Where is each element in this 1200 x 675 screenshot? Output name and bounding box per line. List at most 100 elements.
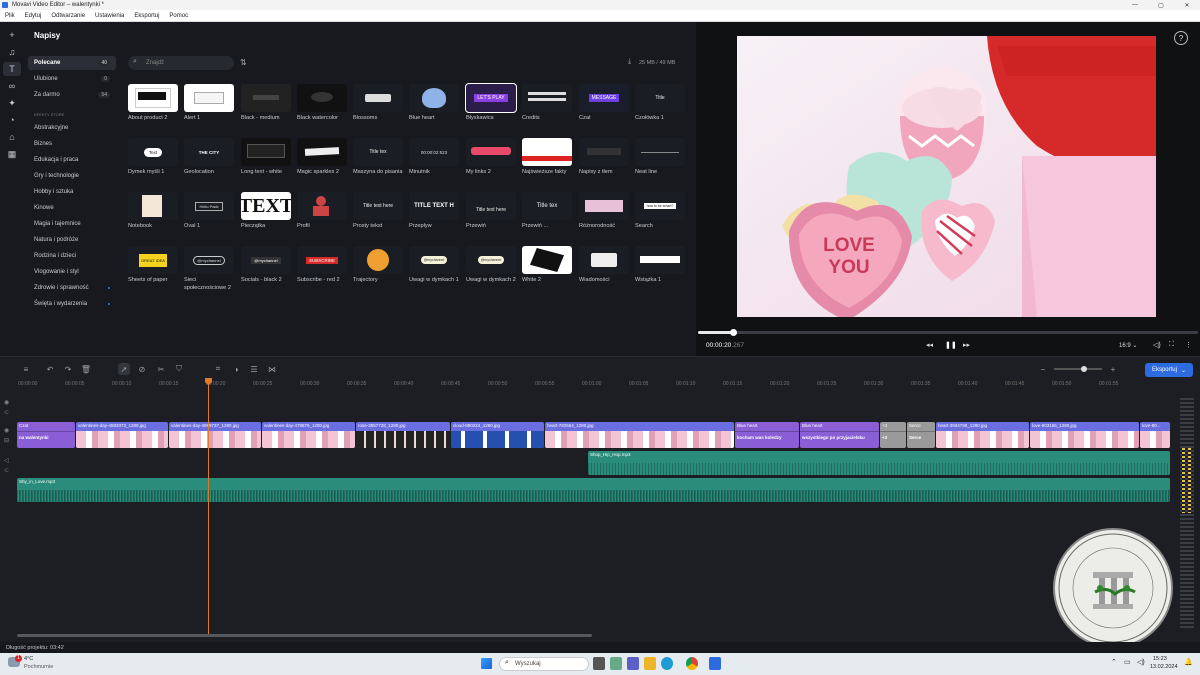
audio-icon[interactable]: ◁ <box>4 456 14 466</box>
eye-icon[interactable]: ◉ <box>4 398 14 408</box>
title-preset-tile[interactable] <box>579 246 629 274</box>
rewind-icon[interactable]: ◂◂ <box>926 341 933 349</box>
export-button[interactable]: Eksportuj ⌄ <box>1145 363 1193 377</box>
title-preset-tile[interactable] <box>353 246 403 274</box>
title-clip[interactable]: +3 +3 <box>880 422 906 448</box>
title-preset-tile[interactable] <box>184 84 234 112</box>
title-preset-tile[interactable]: SUBSCRIBE <box>297 246 347 274</box>
title-preset-tile[interactable]: how to be smart? <box>635 192 685 220</box>
video-clip[interactable]: valentines-day-4583373_1280.jpg <box>76 422 168 448</box>
menu-playback[interactable]: Odtwarzanie <box>46 13 90 19</box>
search-input[interactable]: Znajdź <box>146 60 164 66</box>
audio-clip[interactable]: Shop_Hip_Hop.mp3 <box>588 451 1170 475</box>
title-preset-tile[interactable]: @mychannel <box>466 246 516 274</box>
video-clip[interactable]: heart-782564_1280.jpg <box>545 422 734 448</box>
network-icon[interactable]: ▭ <box>1124 658 1131 666</box>
category-item[interactable]: Edukacja i praca <box>34 157 78 163</box>
title-preset-tile[interactable]: 00:00:02:523 <box>409 138 459 166</box>
title-preset-tile[interactable]: Text <box>128 138 178 166</box>
close-button[interactable]: ✕ <box>1174 0 1200 10</box>
video-clip[interactable]: valentines-day-478879_1280.jpg <box>262 422 355 448</box>
title-preset-tile[interactable] <box>241 84 291 112</box>
title-preset-tile[interactable] <box>409 84 459 112</box>
tab-free[interactable]: Za darmo 54 <box>28 88 116 102</box>
category-item[interactable]: Święta i wydarzenia <box>34 301 110 307</box>
menu-help[interactable]: Pomoc <box>164 13 193 19</box>
title-preset-tile[interactable]: Title tex <box>522 192 572 220</box>
title-preset-tile[interactable]: @mychannel <box>184 246 234 274</box>
zoom-out-icon[interactable]: − <box>1037 363 1049 375</box>
title-preset-tile[interactable] <box>297 138 347 166</box>
lock-icon[interactable]: ⊟ <box>4 436 14 446</box>
title-preset-tile[interactable]: @mychannel <box>409 246 459 274</box>
pause-icon[interactable]: ❚❚ <box>945 341 957 349</box>
category-item[interactable]: Natura i podróże <box>34 237 78 243</box>
notifications-icon[interactable]: 🔔 <box>1184 658 1193 666</box>
audio-clip[interactable]: Shy_in_Love.mp3 <box>17 478 1170 502</box>
title-preset-tile[interactable] <box>522 246 572 274</box>
category-item[interactable]: Vlogowanie i styl <box>34 269 79 275</box>
search-box[interactable]: ⌕ Znajdź <box>128 56 234 70</box>
edge-icon[interactable] <box>661 657 673 670</box>
redo-icon[interactable]: ↷ <box>62 363 74 375</box>
filters-icon[interactable]: ◔ <box>3 113 21 127</box>
link-icon[interactable]: ⊂ <box>4 466 14 476</box>
video-clip[interactable]: cloud-890224_1280.jpg <box>451 422 544 448</box>
music-icon[interactable]: ♫ <box>3 45 21 59</box>
teams-icon[interactable] <box>627 657 639 670</box>
transition-icon[interactable]: ⋈ <box>266 363 278 375</box>
color-icon[interactable]: ◑ <box>230 363 242 375</box>
shield-icon[interactable]: ⛉ <box>173 363 185 375</box>
more-tools-icon[interactable]: ▦ <box>3 147 21 161</box>
titles-icon[interactable]: T <box>3 62 21 76</box>
title-preset-tile[interactable]: Title text here <box>466 192 516 220</box>
zoom-in-icon[interactable]: + <box>1107 363 1119 375</box>
title-preset-tile[interactable] <box>579 138 629 166</box>
delete-icon[interactable]: 🗑 <box>80 363 92 375</box>
transitions-icon[interactable]: ∞ <box>3 79 21 93</box>
video-clip[interactable]: rose-3957728_1280.jpg <box>356 422 450 448</box>
title-clip[interactable]: Blue heart wszystkiego po przyjacielsku <box>800 422 879 448</box>
menu-file[interactable]: Plik <box>0 13 20 19</box>
video-clip[interactable]: love-903156_1280.jpg <box>1030 422 1139 448</box>
title-preset-tile[interactable] <box>128 84 178 112</box>
effects-wand-icon[interactable]: ✦ <box>3 96 21 110</box>
chrome-icon[interactable] <box>686 657 698 670</box>
category-item[interactable]: Biznes <box>34 141 52 147</box>
title-clip[interactable]: Czat na walentynki <box>17 422 75 448</box>
menu-settings[interactable]: Ustawienia <box>90 13 129 19</box>
taskbar-search[interactable]: ⌕ Wyszukaj <box>499 657 589 671</box>
tray-chevron-icon[interactable]: ⌃ <box>1111 658 1117 666</box>
adjust-icon[interactable]: ☰ <box>248 363 260 375</box>
sort-icon[interactable]: ⇅ <box>240 58 247 67</box>
help-button[interactable]: ? <box>1174 31 1188 45</box>
title-preset-tile[interactable]: MESSAGE <box>579 84 629 112</box>
zoom-handle[interactable] <box>1081 366 1087 372</box>
progress-track[interactable] <box>698 329 1198 336</box>
progress-handle[interactable] <box>730 329 737 336</box>
taskbar-search-input[interactable]: Wyszukaj <box>515 661 541 667</box>
select-tool-icon[interactable]: ➚ <box>118 363 130 375</box>
category-item[interactable]: Kinowe <box>34 205 54 211</box>
add-track-icon[interactable]: ≡ <box>20 363 32 375</box>
menu-export[interactable]: Eksportuj <box>129 13 164 19</box>
category-item[interactable]: Rodzina i dzieci <box>34 253 76 259</box>
cut-icon[interactable]: ✂ <box>155 363 167 375</box>
forward-icon[interactable]: ▸▸ <box>963 341 970 349</box>
title-preset-tile[interactable] <box>466 138 516 166</box>
video-clip[interactable]: love-90... <box>1140 422 1170 448</box>
title-preset-tile[interactable] <box>241 138 291 166</box>
video-clip[interactable]: heart-3934788_1280.jpg <box>936 422 1029 448</box>
volume-icon[interactable]: ◁) <box>1137 658 1145 666</box>
title-preset-tile[interactable]: Hello Pack <box>184 192 234 220</box>
aspect-ratio-select[interactable]: 16:9 ⌄ <box>1119 342 1137 349</box>
file-explorer-icon[interactable] <box>644 657 656 670</box>
tab-recommended[interactable]: Polecane 40 <box>28 56 116 70</box>
maximize-button[interactable]: ▢ <box>1148 0 1174 10</box>
title-preset-tile[interactable] <box>635 246 685 274</box>
title-clip[interactable]: Serce Serce <box>907 422 935 448</box>
title-preset-tile[interactable]: Title <box>635 84 685 112</box>
eye-icon[interactable]: ◉ <box>4 426 14 436</box>
title-preset-tile[interactable] <box>353 84 403 112</box>
stickers-icon[interactable]: ⌂ <box>3 130 21 144</box>
